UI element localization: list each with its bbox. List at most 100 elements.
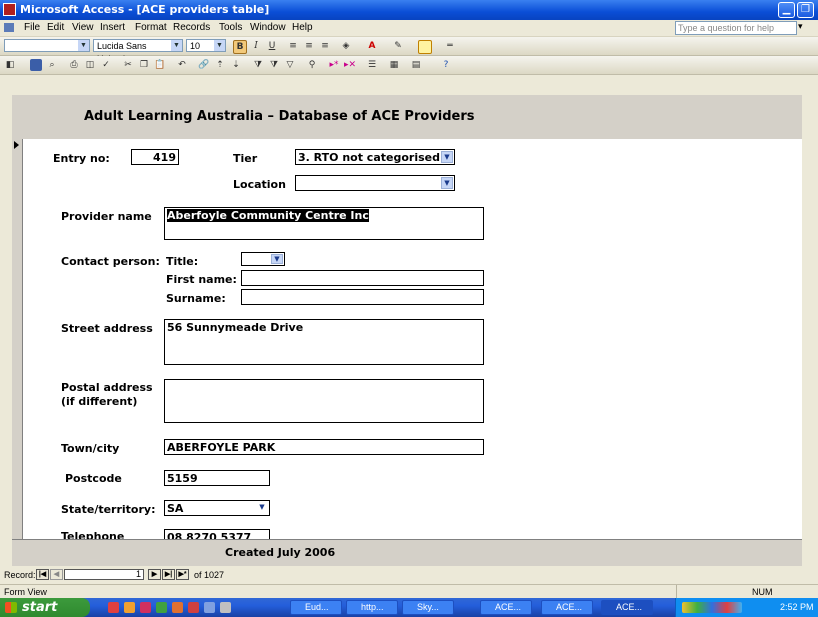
taskbar-item[interactable]: ACE... — [480, 600, 532, 615]
new-object-icon[interactable]: ▤ — [410, 59, 422, 71]
align-right-icon[interactable]: ≡ — [319, 40, 331, 52]
minimize-icon[interactable]: ▁ — [778, 2, 795, 18]
quicklaunch-icon[interactable] — [108, 602, 119, 613]
font-color-icon[interactable]: A — [366, 40, 378, 52]
taskbar-item-active[interactable]: ACE... — [601, 600, 653, 615]
find-icon[interactable]: ⚲ — [306, 59, 318, 71]
title-select[interactable]: ▼ — [241, 252, 285, 266]
record-number-input[interactable]: 1 — [64, 569, 144, 580]
help-search-input[interactable]: Type a question for help — [675, 21, 797, 35]
print-preview-icon[interactable]: ◫ — [84, 59, 96, 71]
street-address-field[interactable]: 56 Sunnymeade Drive — [164, 319, 484, 365]
sort-descending-icon[interactable]: ⇣ — [230, 59, 242, 71]
menu-window[interactable]: Window — [250, 22, 286, 33]
record-selector[interactable] — [12, 139, 23, 539]
italic-icon[interactable]: I — [250, 40, 262, 52]
font-select[interactable]: Lucida Sans Unicode▼ — [93, 39, 183, 64]
line-width-icon[interactable]: ═ — [444, 40, 456, 52]
telephone-field[interactable]: 08 8270 5377 — [164, 529, 270, 539]
chevron-down-icon[interactable]: ▾ — [798, 22, 803, 32]
menu-records[interactable]: Records — [173, 22, 210, 33]
fill-color-icon[interactable]: ◈ — [340, 40, 352, 52]
new-record-button[interactable]: ▶* — [176, 569, 189, 580]
taskbar-item[interactable]: http... — [346, 600, 398, 615]
first-name-field[interactable] — [241, 270, 484, 286]
file-search-icon[interactable]: ⌕ — [46, 59, 58, 71]
record-count: of 1027 — [194, 570, 225, 580]
sort-ascending-icon[interactable]: ⇡ — [214, 59, 226, 71]
previous-record-button[interactable]: ◀ — [50, 569, 63, 580]
menu-view[interactable]: View — [72, 22, 94, 33]
tier-value: 3. RTO not categorised — [298, 151, 440, 164]
quicklaunch-icon[interactable] — [140, 602, 151, 613]
chevron-down-icon[interactable]: ▼ — [214, 40, 225, 51]
quicklaunch-icon[interactable] — [220, 602, 231, 613]
taskbar-item[interactable]: ACE... — [541, 600, 593, 615]
location-select[interactable]: ▼ — [295, 175, 455, 191]
filter-by-form-icon[interactable]: ⧩ — [268, 59, 280, 71]
bold-icon[interactable]: B — [233, 40, 247, 54]
tier-select[interactable]: 3. RTO not categorised ▼ — [295, 149, 455, 165]
delete-record-icon[interactable]: ▸✕ — [344, 59, 356, 71]
print-icon[interactable]: ⎙ — [68, 59, 80, 71]
quicklaunch-icon[interactable] — [188, 602, 199, 613]
tray-icons[interactable] — [682, 602, 742, 613]
chevron-down-icon[interactable]: ▼ — [171, 40, 182, 51]
menu-tools[interactable]: Tools — [219, 22, 242, 33]
restore-icon[interactable]: ❐ — [797, 2, 814, 18]
surname-field[interactable] — [241, 289, 484, 305]
new-record-icon[interactable]: ▸* — [328, 59, 340, 71]
cut-icon[interactable]: ✂ — [122, 59, 134, 71]
first-record-button[interactable]: |◀ — [36, 569, 49, 580]
menu-edit[interactable]: Edit — [47, 22, 64, 33]
apply-filter-icon[interactable]: ▽ — [284, 59, 296, 71]
form-icon[interactable] — [4, 23, 14, 32]
help-icon[interactable]: ? — [440, 59, 452, 71]
town-city-field[interactable]: ABERFOYLE PARK — [164, 439, 484, 455]
start-button[interactable]: start — [0, 598, 90, 617]
menu-help[interactable]: Help — [292, 22, 313, 33]
postal-address-field[interactable] — [164, 379, 484, 423]
entry-no-field[interactable]: 419 — [131, 149, 179, 165]
location-label: Location — [233, 178, 286, 191]
quicklaunch-icon[interactable] — [172, 602, 183, 613]
line-color-icon[interactable]: ✎ — [392, 40, 404, 52]
align-left-icon[interactable]: ≡ — [287, 40, 299, 52]
first-name-label: First name: — [166, 273, 237, 286]
taskbar-item[interactable]: Sky... — [402, 600, 454, 615]
chevron-down-icon[interactable]: ▼ — [441, 177, 453, 189]
filter-by-selection-icon[interactable]: ⧩ — [252, 59, 264, 71]
properties-icon[interactable]: ☰ — [366, 59, 378, 71]
spelling-icon[interactable]: ✓ — [100, 59, 112, 71]
postcode-field[interactable]: 5159 — [164, 470, 270, 486]
save-icon[interactable] — [30, 59, 42, 71]
chevron-down-icon[interactable]: ▼ — [78, 40, 89, 51]
chevron-down-icon[interactable]: ▼ — [256, 502, 268, 514]
object-select[interactable]: ▼ — [4, 39, 90, 52]
align-center-icon[interactable]: ≡ — [303, 40, 315, 52]
paste-icon[interactable]: 📋 — [154, 59, 166, 71]
quicklaunch-icon[interactable] — [124, 602, 135, 613]
next-record-button[interactable]: ▶ — [148, 569, 161, 580]
border-color-icon[interactable] — [418, 40, 432, 54]
hyperlink-icon[interactable]: 🔗 — [198, 59, 210, 71]
underline-icon[interactable]: U — [266, 40, 278, 52]
taskbar-item[interactable]: Eud... — [290, 600, 342, 615]
chevron-down-icon[interactable]: ▼ — [441, 151, 453, 163]
undo-icon[interactable]: ↶ — [176, 59, 188, 71]
copy-icon[interactable]: ❐ — [138, 59, 150, 71]
menu-insert[interactable]: Insert — [100, 22, 125, 33]
menu-format[interactable]: Format — [135, 22, 167, 33]
view-icon[interactable]: ◧ — [4, 59, 16, 71]
menu-file[interactable]: File — [24, 22, 40, 33]
quicklaunch-icon[interactable] — [156, 602, 167, 613]
last-record-button[interactable]: ▶| — [162, 569, 175, 580]
chevron-down-icon[interactable]: ▼ — [271, 254, 283, 264]
state-territory-value: SA — [167, 502, 184, 515]
start-label: start — [22, 600, 58, 615]
provider-name-field[interactable]: Aberfoyle Community Centre Inc — [164, 207, 484, 240]
state-territory-select[interactable]: SA ▼ — [164, 500, 270, 516]
database-window-icon[interactable]: ▦ — [388, 59, 400, 71]
font-size-select[interactable]: 10 ▼ — [186, 39, 226, 52]
quicklaunch-icon[interactable] — [204, 602, 215, 613]
